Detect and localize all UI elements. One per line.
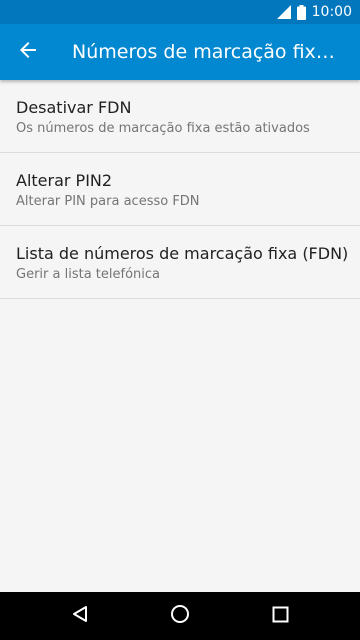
back-triangle-icon	[71, 605, 89, 627]
battery-icon	[296, 4, 306, 20]
setting-title: Alterar PIN2	[16, 171, 113, 190]
recents-square-icon	[272, 606, 289, 627]
setting-subtitle: Gerir a lista telefónica	[16, 267, 160, 282]
status-icons: 10:00	[276, 0, 352, 24]
setting-title: Desativar FDN	[16, 98, 132, 117]
nav-home-button[interactable]	[150, 592, 210, 640]
setting-subtitle: Alterar PIN para acesso FDN	[16, 194, 200, 209]
setting-subtitle: Os números de marcação fixa estão ativad…	[16, 121, 310, 136]
cell-signal-icon	[276, 5, 291, 19]
nav-back-button[interactable]	[50, 592, 110, 640]
nav-recents-button[interactable]	[250, 592, 310, 640]
back-button[interactable]	[8, 32, 48, 72]
setting-change-pin2[interactable]: Alterar PIN2 Alterar PIN para acesso FDN	[0, 153, 360, 226]
home-circle-icon	[170, 604, 190, 628]
status-time: 10:00	[311, 4, 352, 20]
navigation-bar	[0, 592, 360, 640]
setting-fdn-list[interactable]: Lista de números de marcação fixa (FDN) …	[0, 226, 360, 299]
page-title: Números de marcação fixa (FDN)	[72, 41, 342, 63]
setting-title: Lista de números de marcação fixa (FDN)	[16, 244, 349, 263]
settings-list: Desativar FDN Os números de marcação fix…	[0, 80, 360, 592]
setting-disable-fdn[interactable]: Desativar FDN Os números de marcação fix…	[0, 80, 360, 153]
status-bar: 10:00	[0, 0, 360, 24]
arrow-back-icon	[19, 41, 37, 63]
app-bar: Números de marcação fixa (FDN)	[0, 24, 360, 80]
